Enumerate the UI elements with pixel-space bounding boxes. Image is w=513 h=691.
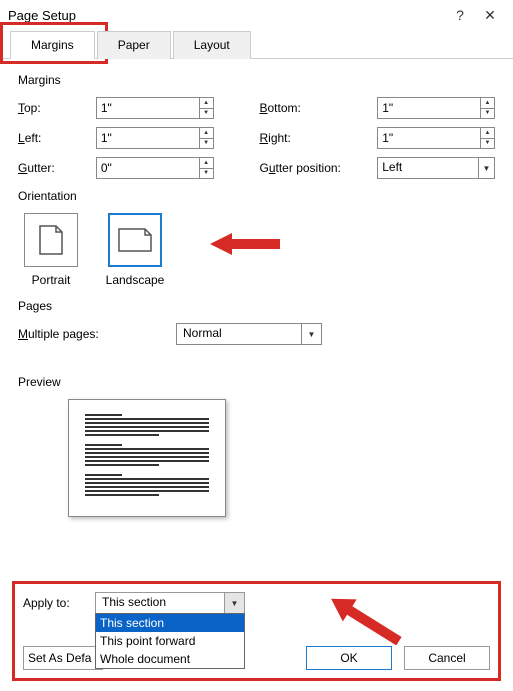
- apply-to-select[interactable]: This section ▼: [95, 592, 245, 614]
- tab-layout[interactable]: Layout: [173, 31, 251, 59]
- spin-down-icon[interactable]: ▼: [481, 139, 494, 149]
- spin-up-icon[interactable]: ▲: [200, 98, 213, 109]
- spin-down-icon[interactable]: ▼: [200, 139, 213, 149]
- apply-option-whole-document[interactable]: Whole document: [96, 650, 244, 668]
- gutter-position-select[interactable]: Left ▼: [377, 157, 495, 179]
- spin-up-icon[interactable]: ▲: [200, 158, 213, 169]
- set-as-default-button[interactable]: Set As Defa: [23, 646, 103, 670]
- gutter-position-label: Gutter position:: [259, 161, 377, 175]
- spin-up-icon[interactable]: ▲: [200, 128, 213, 139]
- margin-left-input[interactable]: ▲▼: [96, 127, 214, 149]
- multiple-pages-value: Normal: [177, 324, 301, 344]
- chevron-down-icon: ▼: [301, 324, 321, 344]
- apply-option-this-section[interactable]: This section: [96, 614, 244, 632]
- chevron-down-icon: ▼: [478, 158, 494, 178]
- annotation-arrow-icon: [210, 229, 280, 259]
- cancel-button[interactable]: Cancel: [404, 646, 490, 670]
- portrait-label: Portrait: [18, 273, 84, 287]
- multiple-pages-select[interactable]: Normal ▼: [176, 323, 322, 345]
- apply-to-value: This section: [96, 593, 224, 613]
- ok-button[interactable]: OK: [306, 646, 392, 670]
- spin-up-icon[interactable]: ▲: [481, 128, 494, 139]
- spin-down-icon[interactable]: ▼: [200, 169, 213, 179]
- gutter-label: Gutter:: [18, 161, 96, 175]
- section-preview: Preview: [18, 375, 495, 389]
- chevron-down-icon: ▼: [224, 593, 244, 613]
- margin-left-field[interactable]: [97, 128, 199, 148]
- section-orientation: Orientation: [18, 189, 495, 203]
- apply-option-this-point-forward[interactable]: This point forward: [96, 632, 244, 650]
- close-button[interactable]: ✕: [475, 7, 505, 24]
- spin-down-icon[interactable]: ▼: [481, 109, 494, 119]
- margin-left-label: Left:: [18, 131, 96, 145]
- gutter-position-value: Left: [378, 158, 478, 178]
- gutter-input[interactable]: ▲▼: [96, 157, 214, 179]
- spin-down-icon[interactable]: ▼: [200, 109, 213, 119]
- orientation-portrait[interactable]: Portrait: [18, 213, 84, 287]
- tab-margins[interactable]: Margins: [10, 31, 95, 59]
- portrait-icon: [24, 213, 78, 267]
- spin-up-icon[interactable]: ▲: [481, 98, 494, 109]
- landscape-label: Landscape: [102, 273, 168, 287]
- apply-to-dropdown: This section This point forward Whole do…: [95, 613, 245, 669]
- margin-right-field[interactable]: [378, 128, 480, 148]
- margin-bottom-label: Bottom:: [259, 101, 377, 115]
- help-button[interactable]: ?: [445, 7, 475, 23]
- margin-top-label: Top:: [18, 101, 96, 115]
- multiple-pages-label: Multiple pages:: [18, 327, 176, 341]
- margin-right-input[interactable]: ▲▼: [377, 127, 495, 149]
- gutter-field[interactable]: [97, 158, 199, 178]
- apply-to-label: Apply to:: [23, 596, 87, 610]
- landscape-icon: [108, 213, 162, 267]
- margin-top-input[interactable]: ▲▼: [96, 97, 214, 119]
- margin-bottom-field[interactable]: [378, 98, 480, 118]
- section-pages: Pages: [18, 299, 495, 313]
- section-margins: Margins: [18, 73, 495, 87]
- orientation-landscape[interactable]: Landscape: [102, 213, 168, 287]
- preview-thumbnail: [68, 399, 226, 517]
- margin-right-label: Right:: [259, 131, 377, 145]
- dialog-title: Page Setup: [8, 8, 445, 23]
- margin-bottom-input[interactable]: ▲▼: [377, 97, 495, 119]
- margin-top-field[interactable]: [97, 98, 199, 118]
- tab-paper[interactable]: Paper: [97, 31, 171, 59]
